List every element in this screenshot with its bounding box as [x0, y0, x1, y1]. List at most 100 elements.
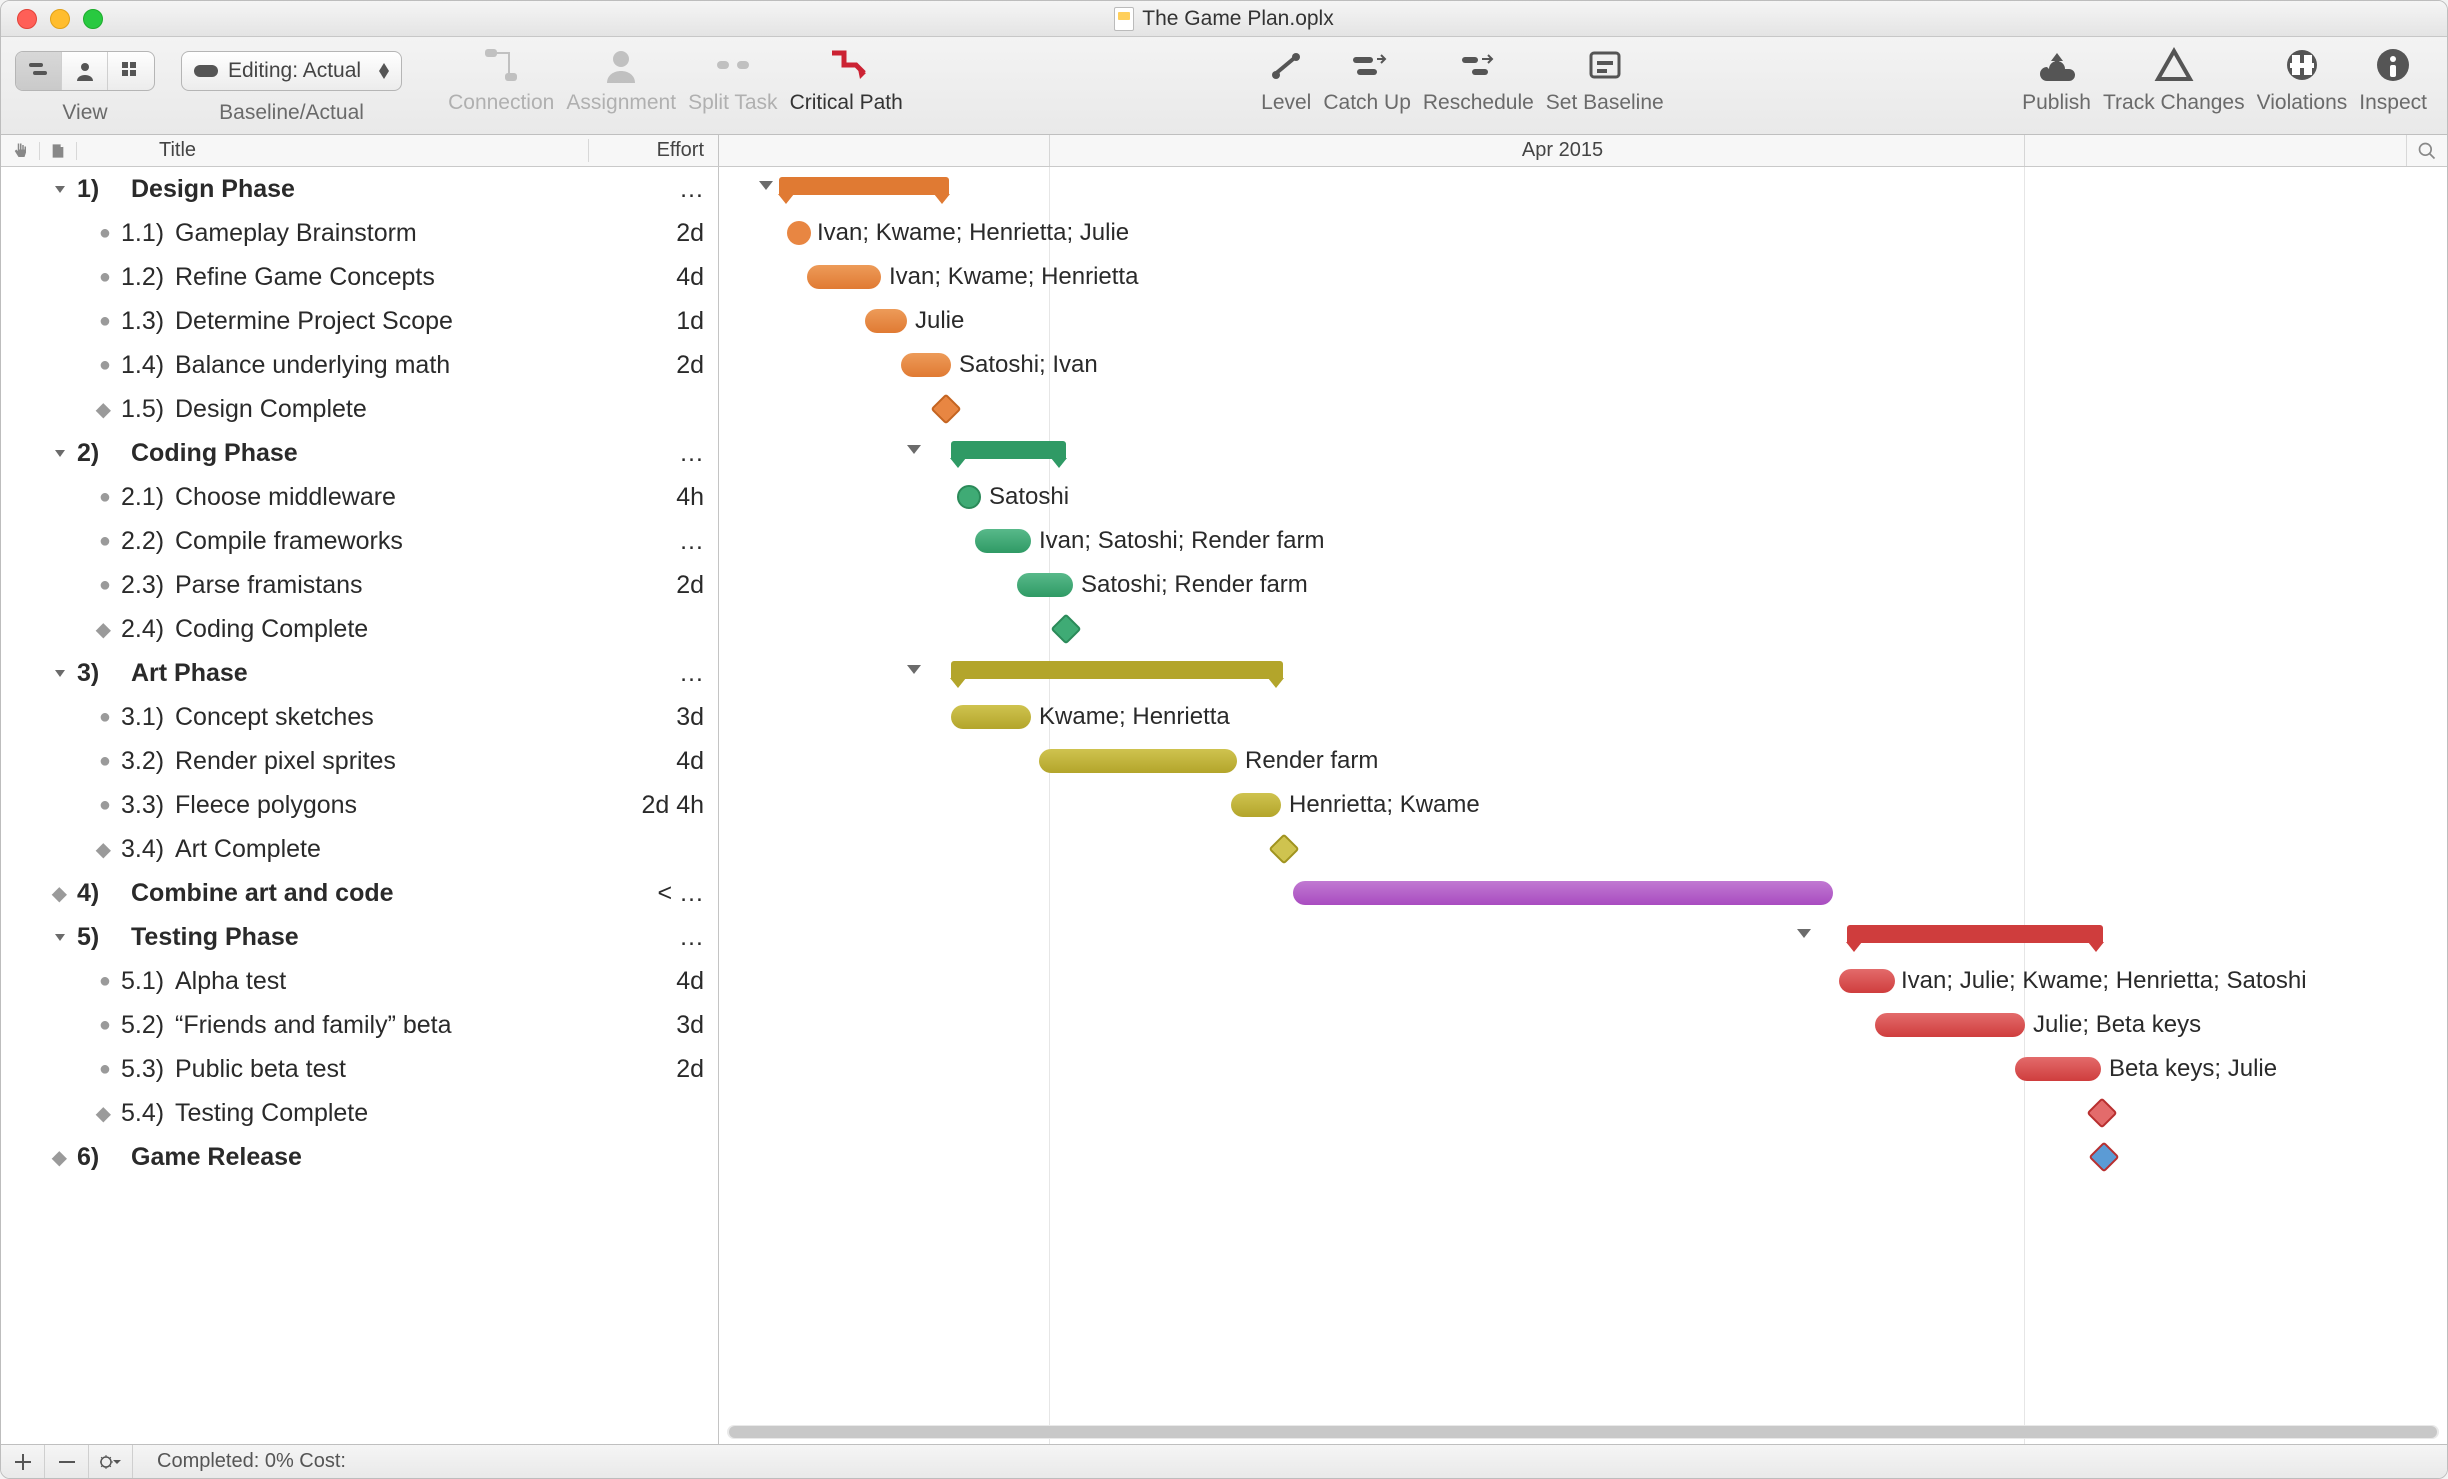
row-bullet-icon: ◆ — [96, 837, 111, 862]
task-row-2.2[interactable]: ●2.2)Compile frameworks… — [1, 519, 718, 563]
title-column-header[interactable]: Title — [77, 139, 588, 162]
timeline-header[interactable]: Apr 2015 — [719, 135, 2407, 166]
gantt-milestone-diamond[interactable] — [1050, 613, 1081, 644]
view-resources-button[interactable] — [62, 52, 108, 90]
task-label: Game Release — [131, 1143, 588, 1172]
task-row-2.1[interactable]: ●2.1)Choose middleware4h — [1, 475, 718, 519]
gantt-chart[interactable]: Ivan; Kwame; Henrietta; JulieIvan; Kwame… — [719, 167, 2447, 1444]
effort-column-header[interactable]: Effort — [588, 139, 718, 162]
task-effort: 4d — [588, 967, 718, 996]
task-row-5.4[interactable]: ◆5.4)Testing Complete — [1, 1091, 718, 1135]
gantt-disclosure-icon[interactable] — [1797, 929, 1811, 938]
gantt-disclosure-icon[interactable] — [907, 665, 921, 674]
task-row-3.1[interactable]: ●3.1)Concept sketches3d — [1, 695, 718, 739]
gantt-task-bar[interactable] — [1875, 1013, 2025, 1037]
gantt-task-bar[interactable] — [2015, 1057, 2101, 1081]
disclosure-triangle-icon[interactable] — [51, 664, 69, 682]
task-row-2.4[interactable]: ◆2.4)Coding Complete — [1, 607, 718, 651]
inspect-button[interactable]: Inspect — [2353, 45, 2433, 115]
gantt-milestone-diamond[interactable] — [1268, 833, 1299, 864]
gantt-task-dot[interactable] — [957, 485, 981, 509]
task-row-5.2[interactable]: ●5.2)“Friends and family” beta3d — [1, 1003, 718, 1047]
reschedule-icon — [1458, 45, 1498, 85]
task-row-1.4[interactable]: ●1.4)Balance underlying math2d — [1, 343, 718, 387]
task-row-1.3[interactable]: ●1.3)Determine Project Scope1d — [1, 299, 718, 343]
task-row-3.4[interactable]: ◆3.4)Art Complete — [1, 827, 718, 871]
set-baseline-button[interactable]: Set Baseline — [1540, 45, 1670, 115]
gantt-milestone-diamond[interactable] — [930, 393, 961, 424]
gantt-summary-bar[interactable] — [951, 441, 1066, 459]
task-outline[interactable]: 1)Design Phase…●1.1)Gameplay Brainstorm2… — [1, 167, 719, 1444]
row-bullet-icon: ◆ — [52, 881, 67, 906]
task-row-5.3[interactable]: ●5.3)Public beta test2d — [1, 1047, 718, 1091]
task-row-5[interactable]: 5)Testing Phase… — [1, 915, 718, 959]
disclosure-triangle-icon[interactable] — [51, 928, 69, 946]
task-row-1[interactable]: 1)Design Phase… — [1, 167, 718, 211]
split-task-icon — [713, 45, 753, 85]
reschedule-button[interactable]: Reschedule — [1417, 45, 1540, 115]
task-row-3.2[interactable]: ●3.2)Render pixel sprites4d — [1, 739, 718, 783]
gantt-milestone-diamond[interactable] — [2088, 1141, 2119, 1172]
task-row-3[interactable]: 3)Art Phase… — [1, 651, 718, 695]
gantt-task-bar[interactable] — [1293, 881, 1833, 905]
disclosure-triangle-icon[interactable] — [51, 180, 69, 198]
view-segmented-control[interactable] — [15, 51, 155, 91]
view-gantt-button[interactable] — [16, 52, 62, 90]
task-row-3.3[interactable]: ●3.3)Fleece polygons2d 4h — [1, 783, 718, 827]
task-row-1.2[interactable]: ●1.2)Refine Game Concepts4d — [1, 255, 718, 299]
split-task-button[interactable]: Split Task — [682, 45, 784, 115]
task-number: 1.1) — [121, 219, 175, 248]
view-calendar-button[interactable] — [108, 52, 154, 90]
disclosure-triangle-icon[interactable] — [51, 444, 69, 462]
gantt-task-dot[interactable] — [787, 221, 811, 245]
critical-path-button[interactable]: Critical Path — [784, 45, 909, 115]
gantt-task-bar[interactable] — [975, 529, 1031, 553]
window-zoom-button[interactable] — [83, 9, 103, 29]
track-changes-button[interactable]: Track Changes — [2097, 45, 2251, 115]
gantt-horizontal-scrollbar[interactable] — [719, 1420, 2447, 1444]
gantt-task-bar[interactable] — [1231, 793, 1281, 817]
gantt-summary-bar[interactable] — [779, 177, 949, 195]
gantt-summary-bar[interactable] — [1847, 925, 2103, 943]
gantt-task-bar[interactable] — [1017, 573, 1073, 597]
gantt-task-bar[interactable] — [901, 353, 951, 377]
remove-task-button[interactable] — [45, 1445, 89, 1479]
task-effort: 2d — [588, 571, 718, 600]
task-label: Alpha test — [175, 967, 588, 996]
connection-button[interactable]: Connection — [442, 45, 560, 115]
violations-button[interactable]: Violations — [2251, 45, 2354, 115]
window-minimize-button[interactable] — [50, 9, 70, 29]
gantt-milestone-diamond[interactable] — [2086, 1097, 2117, 1128]
gantt-task-bar[interactable] — [951, 705, 1031, 729]
gantt-task-bar[interactable] — [1839, 969, 1895, 993]
gantt-disclosure-icon[interactable] — [759, 181, 773, 190]
publish-button[interactable]: Publish — [2016, 45, 2097, 115]
search-button[interactable] — [2407, 135, 2447, 166]
task-effort: 4h — [588, 483, 718, 512]
level-button[interactable]: Level — [1255, 45, 1317, 115]
action-menu-button[interactable] — [89, 1445, 133, 1479]
gantt-task-bar[interactable] — [1039, 749, 1237, 773]
publish-icon — [2037, 45, 2077, 85]
task-row-5.1[interactable]: ●5.1)Alpha test4d — [1, 959, 718, 1003]
task-row-4[interactable]: ◆4)Combine art and code< … — [1, 871, 718, 915]
gantt-summary-bar[interactable] — [951, 661, 1283, 679]
task-row-1.5[interactable]: ◆1.5)Design Complete — [1, 387, 718, 431]
task-row-6[interactable]: ◆6)Game Release — [1, 1135, 718, 1179]
hand-column-icon[interactable] — [1, 142, 39, 160]
note-column-icon[interactable] — [39, 142, 77, 160]
window-close-button[interactable] — [17, 9, 37, 29]
gantt-disclosure-icon[interactable] — [907, 445, 921, 454]
gantt-task-bar[interactable] — [807, 265, 881, 289]
assignment-button[interactable]: Assignment — [560, 45, 682, 115]
catch-up-button[interactable]: Catch Up — [1317, 45, 1417, 115]
gantt-task-bar[interactable] — [865, 309, 907, 333]
baseline-actual-selector[interactable]: Editing: Actual — [181, 51, 402, 91]
task-row-1.1[interactable]: ●1.1)Gameplay Brainstorm2d — [1, 211, 718, 255]
task-row-2[interactable]: 2)Coding Phase… — [1, 431, 718, 475]
task-number: 3) — [77, 659, 131, 688]
catch-up-icon — [1347, 45, 1387, 85]
task-effort: 2d 4h — [588, 791, 718, 820]
task-row-2.3[interactable]: ●2.3)Parse framistans2d — [1, 563, 718, 607]
add-task-button[interactable] — [1, 1445, 45, 1479]
